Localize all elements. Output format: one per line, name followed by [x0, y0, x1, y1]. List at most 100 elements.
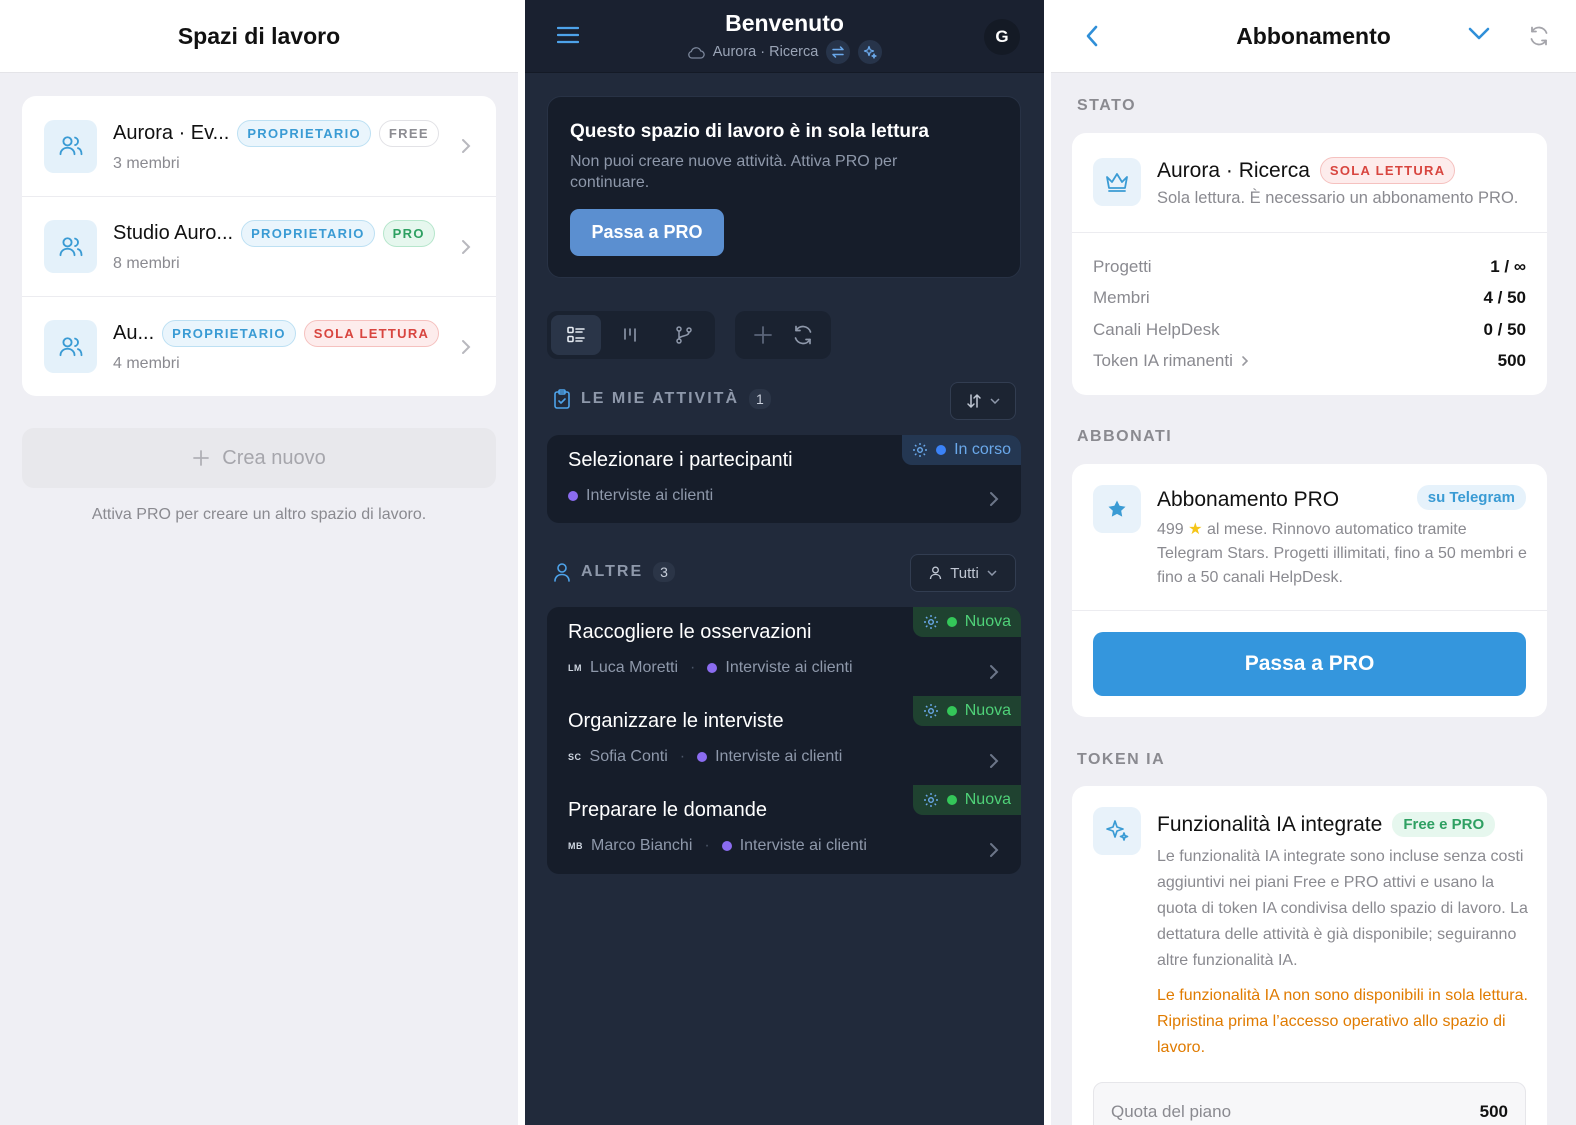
workspaces-header: Spazi di lavoro: [0, 0, 518, 73]
upgrade-button[interactable]: Passa a PRO: [1093, 632, 1526, 696]
users-icon: [44, 220, 97, 273]
usage-stats: Progetti 1 / ∞ Membri 4 / 50 Canali Help…: [1093, 251, 1526, 377]
workspace-list: Aurora · Ev... PROPRIETARIO FREE 3 membr…: [22, 96, 496, 396]
sparkle-icon[interactable]: [858, 40, 883, 64]
crown-icon: [1093, 158, 1141, 206]
plan-description: 499 ★ al mese. Rinnovo automatico tramit…: [1157, 518, 1532, 590]
stat-row: Canali HelpDesk 0 / 50: [1093, 314, 1526, 346]
status-label: Nuova: [964, 613, 1011, 630]
board-view-icon[interactable]: [605, 315, 655, 355]
plus-icon: [193, 450, 210, 466]
switch-icon[interactable]: [826, 40, 851, 64]
users-icon: [44, 119, 97, 173]
assignee-name: Sofia Conti: [589, 748, 668, 765]
status-card: Aurora · Ricerca SOLA LETTURA Sola lettu…: [1072, 133, 1547, 395]
status-label: In corso: [954, 441, 1011, 458]
status-dot: [936, 445, 947, 455]
ai-description: Le funzionalità IA integrate sono inclus…: [1157, 848, 1528, 969]
chevron-right-icon: [462, 139, 471, 153]
view-switcher: [547, 311, 715, 359]
my-tasks-header: LE MIE ATTIVITÀ 1: [553, 389, 771, 409]
chevron-right-icon: [990, 754, 999, 768]
create-workspace-button[interactable]: Crea nuovo: [22, 428, 496, 488]
refresh-icon[interactable]: [1528, 25, 1550, 47]
assignee-initials: LM: [568, 663, 582, 673]
task-item[interactable]: Organizzare le interviste SC Sofia Conti…: [547, 696, 1021, 785]
status-badge: Nuova: [912, 696, 1021, 726]
task-title: Preparare le domande: [568, 799, 768, 821]
stat-value: 4 / 50: [1483, 288, 1526, 308]
project-name: Interviste ai clienti: [715, 748, 843, 765]
quota-label: Quota del piano: [1111, 1102, 1232, 1121]
add-icon[interactable]: [753, 325, 773, 345]
create-note: Attiva PRO per creare un altro spazio di…: [91, 506, 427, 523]
stat-label: Progetti: [1093, 256, 1152, 276]
status-label: Nuova: [964, 791, 1011, 808]
status-label: Nuova: [964, 702, 1011, 719]
telegram-star-icon: ★: [1188, 521, 1203, 538]
role-badge: PROPRIETARIO: [241, 220, 375, 247]
project-dot: [721, 841, 732, 851]
separator: ·: [704, 837, 710, 854]
ai-tokens-row[interactable]: Token IA rimanenti 500: [1093, 346, 1526, 378]
task-item[interactable]: Preparare le domande MB Marco Bianchi · …: [547, 785, 1021, 874]
subscription-header: Abbonamento: [1051, 0, 1576, 73]
status-dot: [946, 617, 957, 627]
gear-icon: [913, 443, 928, 457]
project-dot: [707, 663, 718, 673]
assignee-name: Marco Bianchi: [591, 837, 693, 854]
project-name: Interviste ai clienti: [739, 837, 867, 854]
gear-icon: [923, 615, 938, 629]
workspace-item[interactable]: Aurora · Ev... PROPRIETARIO FREE 3 membr…: [22, 96, 496, 196]
workspace-switcher[interactable]: Aurora · Ricerca: [525, 40, 1044, 64]
back-icon[interactable]: [1085, 24, 1099, 48]
status-badge: Nuova: [912, 785, 1021, 815]
workspace-name: Studio Auro...: [113, 222, 234, 244]
status-dot: [946, 706, 957, 716]
workspace-item[interactable]: Au... PROPRIETARIO SOLA LETTURA 4 membri: [22, 296, 496, 396]
workspace-item[interactable]: Studio Auro... PROPRIETARIO PRO 8 membri: [22, 196, 496, 296]
user-icon: [930, 566, 942, 580]
list-view-icon[interactable]: [551, 315, 601, 355]
task-item[interactable]: Raccogliere le osservazioni LM Luca More…: [547, 607, 1021, 696]
member-count: 8 membri: [113, 255, 180, 272]
upgrade-button[interactable]: Passa a PRO: [570, 209, 724, 256]
workspace-name: Au...: [113, 322, 155, 344]
assignee-filter[interactable]: Tutti: [910, 554, 1016, 592]
workspace-subtitle: Aurora · Ricerca: [712, 44, 819, 60]
ai-warning: Le funzionalità IA non sono disponibili …: [1157, 987, 1528, 1056]
member-count: 4 membri: [113, 355, 180, 372]
stat-row: Progetti 1 / ∞: [1093, 251, 1526, 283]
project-dot: [568, 491, 578, 501]
chevron-down-icon[interactable]: [1468, 26, 1490, 40]
sparkle-icon: [1093, 807, 1141, 855]
task-title: Selezionare i partecipanti: [568, 449, 793, 471]
plan-badge: SOLA LETTURA: [303, 320, 440, 347]
avatar[interactable]: G: [984, 19, 1020, 55]
section-label: LE MIE ATTIVITÀ: [581, 390, 739, 407]
branch-view-icon[interactable]: [659, 315, 709, 355]
telegram-badge: su Telegram: [1416, 485, 1526, 510]
plan-badge: PRO: [382, 220, 435, 247]
sort-button[interactable]: [950, 382, 1016, 420]
chevron-right-icon: [462, 339, 471, 354]
assignee-name: Luca Moretti: [590, 659, 679, 676]
gear-icon: [923, 704, 938, 718]
stat-label: Canali HelpDesk: [1093, 319, 1220, 339]
sort-icon: [967, 393, 981, 409]
filter-label: Tutti: [950, 564, 979, 582]
stat-value: 0 / 50: [1483, 319, 1526, 339]
divider: [1072, 610, 1547, 611]
gear-icon: [923, 793, 938, 807]
other-tasks-header: ALTRE 3: [553, 562, 675, 582]
chevron-right-icon: [990, 492, 999, 506]
task-item[interactable]: Selezionare i partecipanti Interviste ai…: [547, 435, 1021, 523]
count-badge: 1: [749, 389, 771, 409]
refresh-icon[interactable]: [792, 324, 814, 346]
workspace-name: Aurora · Ev...: [113, 121, 230, 144]
chevron-right-icon: [462, 239, 471, 254]
section-label: ALTRE: [581, 563, 644, 580]
subscribed-section-label: ABBONATI: [1077, 428, 1173, 445]
plan-desc: al mese. Rinnovo automatico tramite Tele…: [1157, 521, 1527, 586]
separator: ·: [679, 748, 686, 765]
